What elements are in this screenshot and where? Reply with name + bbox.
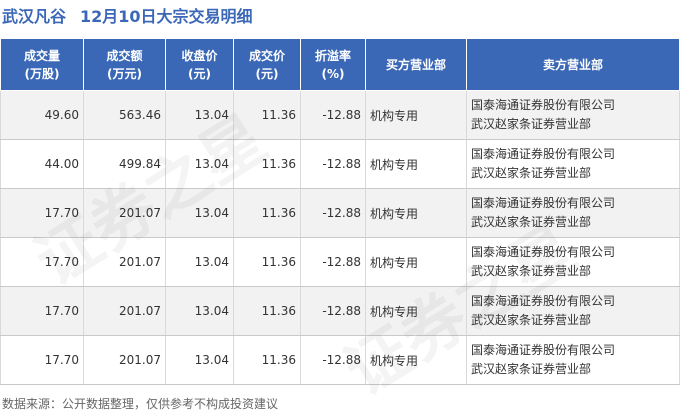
seller-line2: 武汉赵家条证券营业部 xyxy=(471,117,592,131)
cell-premium: -12.88 xyxy=(300,139,366,189)
col-header-label: 卖方营业部 xyxy=(542,57,603,72)
cell-amount: 563.46 xyxy=(83,90,166,140)
cell-volume: 49.60 xyxy=(0,90,84,140)
table-header-row: 成交量 (万股) 成交额 (万元) 收盘价 (元) 成交价 (元) 折溢率 (%) 买方营… xyxy=(0,38,680,91)
cell-seller: 国泰海通证券股份有限公司 武汉赵家条证券营业部 xyxy=(466,237,680,287)
col-header-unit: (万元) xyxy=(107,66,142,81)
col-header-label: 成交额 xyxy=(106,48,143,63)
table-row: 44.00 499.84 13.04 11.36 -12.88 机构专用 国泰海… xyxy=(0,139,680,189)
cell-close: 13.04 xyxy=(165,286,234,336)
cell-seller: 国泰海通证券股份有限公司 武汉赵家条证券营业部 xyxy=(466,335,680,385)
cell-close: 13.04 xyxy=(165,139,234,189)
seller-line2: 武汉赵家条证券营业部 xyxy=(471,215,592,229)
cell-close: 13.04 xyxy=(165,188,234,238)
cell-seller: 国泰海通证券股份有限公司 武汉赵家条证券营业部 xyxy=(466,90,680,140)
seller-line1: 国泰海通证券股份有限公司 xyxy=(471,196,616,210)
cell-price: 11.36 xyxy=(233,188,301,238)
seller-line1: 国泰海通证券股份有限公司 xyxy=(471,343,616,357)
cell-premium: -12.88 xyxy=(300,237,366,287)
block-trade-table: 成交量 (万股) 成交额 (万元) 收盘价 (元) 成交价 (元) 折溢率 (%) 买方营… xyxy=(0,38,680,385)
col-header-label: 折溢率 xyxy=(314,48,351,63)
cell-buyer: 机构专用 xyxy=(365,237,467,287)
cell-seller: 国泰海通证券股份有限公司 武汉赵家条证券营业部 xyxy=(466,139,680,189)
seller-line1: 国泰海通证券股份有限公司 xyxy=(471,98,616,112)
col-header-label: 成交量 xyxy=(23,48,60,63)
col-header-volume: 成交量 (万股) xyxy=(0,38,84,91)
col-header-price: 成交价 (元) xyxy=(233,38,301,91)
col-header-seller: 卖方营业部 xyxy=(466,38,680,91)
seller-line2: 武汉赵家条证券营业部 xyxy=(471,313,592,327)
cell-volume: 17.70 xyxy=(0,237,84,287)
cell-premium: -12.88 xyxy=(300,286,366,336)
col-header-unit: (%) xyxy=(321,66,345,81)
col-header-buyer: 买方营业部 xyxy=(365,38,467,91)
cell-amount: 499.84 xyxy=(83,139,166,189)
data-source-note: 数据来源：公开数据整理，仅供参考不构成投资建议 xyxy=(2,397,279,411)
cell-buyer: 机构专用 xyxy=(365,188,467,238)
cell-price: 11.36 xyxy=(233,286,301,336)
seller-line1: 国泰海通证券股份有限公司 xyxy=(471,245,616,259)
cell-seller: 国泰海通证券股份有限公司 武汉赵家条证券营业部 xyxy=(466,286,680,336)
cell-amount: 201.07 xyxy=(83,188,166,238)
cell-close: 13.04 xyxy=(165,237,234,287)
table-row: 17.70 201.07 13.04 11.36 -12.88 机构专用 国泰海… xyxy=(0,286,680,336)
table-row: 17.70 201.07 13.04 11.36 -12.88 机构专用 国泰海… xyxy=(0,188,680,238)
col-header-close: 收盘价 (元) xyxy=(165,38,234,91)
stock-name: 武汉凡谷 xyxy=(2,7,67,26)
col-header-amount: 成交额 (万元) xyxy=(83,38,166,91)
cell-premium: -12.88 xyxy=(300,335,366,385)
seller-line2: 武汉赵家条证券营业部 xyxy=(471,166,592,180)
seller-line1: 国泰海通证券股份有限公司 xyxy=(471,294,616,308)
cell-premium: -12.88 xyxy=(300,188,366,238)
cell-price: 11.36 xyxy=(233,139,301,189)
cell-price: 11.36 xyxy=(233,237,301,287)
table-row: 49.60 563.46 13.04 11.36 -12.88 机构专用 国泰海… xyxy=(0,90,680,140)
cell-close: 13.04 xyxy=(165,335,234,385)
cell-buyer: 机构专用 xyxy=(365,286,467,336)
cell-amount: 201.07 xyxy=(83,237,166,287)
seller-line1: 国泰海通证券股份有限公司 xyxy=(471,147,616,161)
page-subtitle: 12月10日大宗交易明细 xyxy=(80,7,253,26)
cell-volume: 17.70 xyxy=(0,335,84,385)
col-header-unit: (万股) xyxy=(24,66,60,81)
col-header-label: 买方营业部 xyxy=(385,57,446,72)
cell-amount: 201.07 xyxy=(83,335,166,385)
cell-volume: 17.70 xyxy=(0,286,84,336)
page-title: 武汉凡谷 12月10日大宗交易明细 xyxy=(2,0,253,30)
col-header-premium: 折溢率 (%) xyxy=(300,38,366,91)
col-header-unit: (元) xyxy=(255,66,279,81)
cell-volume: 17.70 xyxy=(0,188,84,238)
cell-buyer: 机构专用 xyxy=(365,139,467,189)
seller-line2: 武汉赵家条证券营业部 xyxy=(471,264,592,278)
cell-close: 13.04 xyxy=(165,90,234,140)
cell-price: 11.36 xyxy=(233,335,301,385)
table-row: 17.70 201.07 13.04 11.36 -12.88 机构专用 国泰海… xyxy=(0,335,680,385)
cell-price: 11.36 xyxy=(233,90,301,140)
col-header-label: 成交价 xyxy=(248,48,285,63)
cell-buyer: 机构专用 xyxy=(365,90,467,140)
col-header-label: 收盘价 xyxy=(181,48,218,63)
cell-amount: 201.07 xyxy=(83,286,166,336)
cell-buyer: 机构专用 xyxy=(365,335,467,385)
cell-volume: 44.00 xyxy=(0,139,84,189)
cell-seller: 国泰海通证券股份有限公司 武汉赵家条证券营业部 xyxy=(466,188,680,238)
col-header-unit: (元) xyxy=(188,66,211,81)
table-row: 17.70 201.07 13.04 11.36 -12.88 机构专用 国泰海… xyxy=(0,237,680,287)
seller-line2: 武汉赵家条证券营业部 xyxy=(471,362,592,376)
cell-premium: -12.88 xyxy=(300,90,366,140)
